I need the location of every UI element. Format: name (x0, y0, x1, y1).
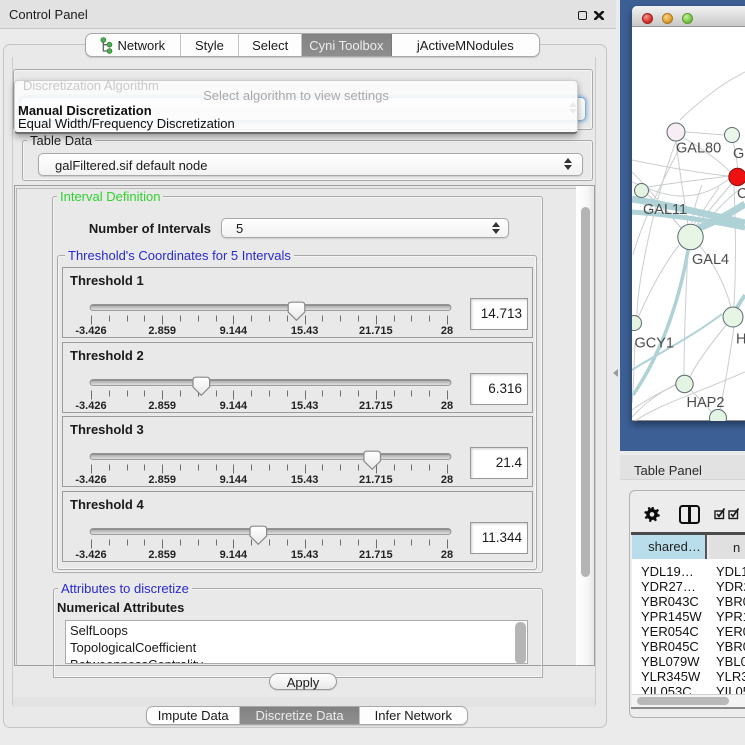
svg-text:28: 28 (441, 474, 453, 486)
svg-text:2.859: 2.859 (148, 474, 176, 486)
svg-text:9.144: 9.144 (220, 549, 248, 561)
svg-text:2.859: 2.859 (148, 400, 176, 412)
svg-text:15.43: 15.43 (291, 474, 319, 486)
svg-text:2.859: 2.859 (148, 325, 176, 337)
svg-text:2.859: 2.859 (148, 549, 176, 561)
svg-text:9.144: 9.144 (220, 325, 248, 337)
svg-text:15.43: 15.43 (291, 400, 319, 412)
svg-text:21.715: 21.715 (359, 400, 393, 412)
svg-text:21.715: 21.715 (359, 474, 393, 486)
svg-text:GCY1: GCY1 (635, 336, 675, 352)
svg-text:15.43: 15.43 (291, 549, 319, 561)
svg-text:HAP2: HAP2 (687, 395, 725, 411)
svg-text:9.144: 9.144 (220, 474, 248, 486)
svg-text:21.715: 21.715 (359, 549, 393, 561)
svg-text:-3.426: -3.426 (75, 400, 106, 412)
svg-text:28: 28 (441, 400, 453, 412)
svg-text:G: G (733, 146, 744, 162)
svg-text:15.43: 15.43 (291, 325, 319, 337)
svg-text:28: 28 (441, 549, 453, 561)
svg-text:21.715: 21.715 (359, 325, 393, 337)
svg-text:-3.426: -3.426 (75, 549, 106, 561)
svg-text:H: H (736, 332, 745, 348)
svg-text:28: 28 (441, 325, 453, 337)
svg-text:9.144: 9.144 (220, 400, 248, 412)
svg-text:C: C (737, 186, 745, 202)
svg-text:GAL4: GAL4 (692, 252, 729, 268)
svg-text:GAL80: GAL80 (676, 141, 721, 157)
svg-text:-3.426: -3.426 (75, 474, 106, 486)
svg-text:-3.426: -3.426 (75, 325, 106, 337)
svg-text:GAL11: GAL11 (643, 202, 687, 218)
